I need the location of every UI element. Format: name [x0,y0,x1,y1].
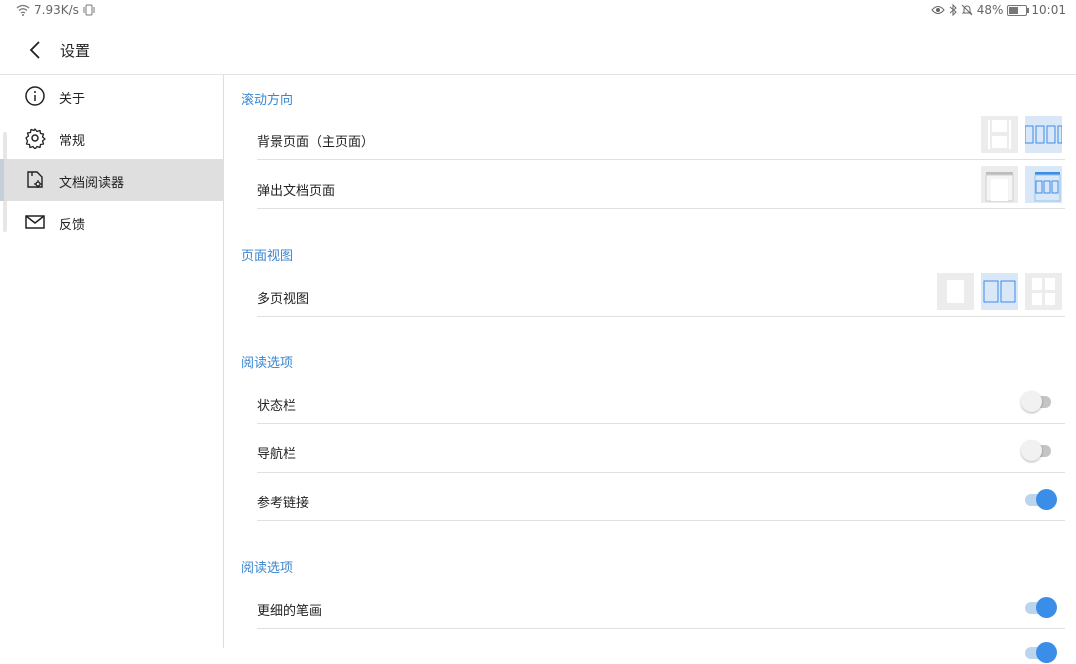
section-title-scroll-direction: 滚动方向 [241,93,294,108]
sidebar-item-label: 常规 [59,134,86,149]
option-double-page[interactable] [981,273,1018,310]
double-page-icon [983,280,1016,303]
setting-row-nav-bar: 导航栏 [257,424,1065,473]
grid-pages-icon [1032,278,1055,305]
reference-links-toggle[interactable] [1021,487,1057,511]
section-title-reading-options-2: 阅读选项 [241,561,294,576]
option-vertical-scroll[interactable] [981,116,1018,153]
gear-icon [25,128,46,149]
network-speed: 7.93K/s [34,3,79,17]
option-horizontal-scroll[interactable] [1025,116,1062,153]
nav-bar-toggle[interactable] [1021,438,1057,462]
page-title: 设置 [60,42,91,60]
status-right: 48% 10:01 [931,3,1066,17]
setting-label: 参考链接 [257,496,310,511]
setting-label: 状态栏 [257,399,297,414]
setting-row-reference-links: 参考链接 [257,473,1065,521]
bluetooth-icon [949,4,957,16]
horizontal-scroll-icon [1025,125,1062,144]
single-page-icon [947,280,964,303]
info-icon [25,86,45,106]
setting-row-popup-page: 弹出文档页面 [257,160,1065,209]
setting-label: 多页视图 [257,292,310,307]
sidebar-item-document-reader[interactable]: 文档阅读器 [0,159,223,201]
thin-strokes-toggle[interactable] [1021,595,1057,619]
horizontal-scroll-icon [1034,172,1061,202]
app-header: 设置 [0,28,1076,75]
clock: 10:01 [1031,3,1066,17]
chevron-left-icon [29,41,40,59]
setting-label: 导航栏 [257,447,297,462]
option-vertical-scroll[interactable] [981,166,1018,203]
mail-icon [25,215,45,229]
back-button[interactable] [22,36,50,64]
option-single-page[interactable] [937,273,974,310]
settings-panel: 滚动方向 背景页面（主页面） 弹出文档页面 页面视图 多页视图 阅读选项 状态栏… [224,75,1076,663]
sidebar-item-label: 关于 [59,92,86,107]
sidebar: 关于 常规 文档阅读器 反馈 [0,75,224,648]
sidebar-item-about[interactable]: 关于 [0,75,223,117]
setting-label: 更细的笔画 [257,604,323,619]
setting-row-background-page: 背景页面（主页面） [257,115,1065,160]
vertical-scroll-icon [988,120,1011,149]
section-title-reading-options: 阅读选项 [241,356,294,371]
setting-label: 背景页面（主页面） [257,135,375,150]
setting-label: 弹出文档页面 [257,184,336,199]
status-bar: 7.93K/s 48% 10:01 [0,0,1076,20]
option-grid-pages[interactable] [1025,273,1062,310]
sidebar-item-label: 文档阅读器 [59,176,125,191]
eye-icon [931,6,945,14]
section-title-page-view: 页面视图 [241,249,294,264]
sidebar-item-label: 反馈 [59,218,86,233]
vibrate-icon [83,4,95,16]
document-settings-icon [27,171,43,188]
mute-icon [961,4,973,16]
sidebar-item-feedback[interactable]: 反馈 [0,201,223,243]
setting-row-thin-strokes: 更细的笔画 [257,581,1065,629]
vertical-scroll-icon [985,172,1014,202]
next-setting-toggle[interactable] [1021,640,1057,664]
status-left: 7.93K/s [16,3,95,17]
battery-icon [1007,4,1030,16]
wifi-icon [16,4,30,16]
setting-row-multi-page: 多页视图 [257,271,1065,317]
option-horizontal-scroll[interactable] [1025,166,1062,203]
status-bar-toggle[interactable] [1021,389,1057,413]
setting-row-status-bar: 状态栏 [257,376,1065,424]
battery-percent: 48% [976,3,1004,17]
sidebar-item-general[interactable]: 常规 [0,117,223,159]
